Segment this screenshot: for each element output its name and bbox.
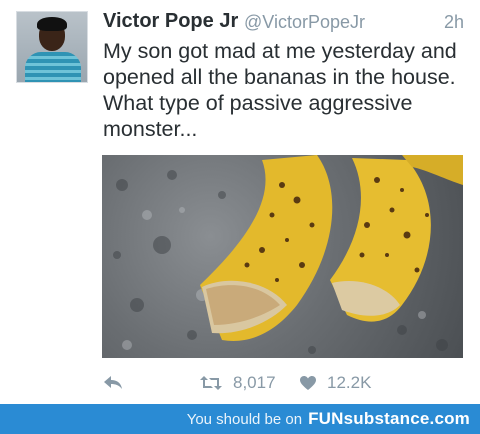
avatar-hair (37, 17, 67, 31)
watermark-banner: You should be on FUNsubstance.com (0, 404, 480, 434)
retweet-button[interactable]: 8,017 (199, 372, 276, 394)
avatar[interactable] (16, 11, 88, 83)
watermark-brand: FUNsubstance.com (308, 409, 470, 428)
avatar-shirt (25, 52, 81, 82)
tweet-text: My son got mad at me yesterday and opene… (103, 39, 457, 141)
tweet-actions: 8,017 12.2K (103, 372, 463, 394)
retweet-icon (200, 376, 222, 390)
bananas-photo (113, 155, 463, 354)
tweet-photo[interactable] (102, 155, 463, 358)
heart-icon (300, 376, 316, 390)
like-button[interactable]: 12.2K (299, 372, 371, 394)
author-name[interactable]: Victor Pope Jr (103, 10, 238, 33)
author-handle[interactable]: @VictorPopeJr (244, 12, 365, 33)
like-count: 12.2K (327, 373, 372, 392)
reply-button[interactable] (103, 372, 123, 394)
retweet-count: 8,017 (233, 373, 276, 392)
tweet-timestamp[interactable]: 2h (444, 12, 464, 33)
watermark-prefix: You should be on (186, 410, 303, 428)
reply-icon (104, 376, 122, 389)
